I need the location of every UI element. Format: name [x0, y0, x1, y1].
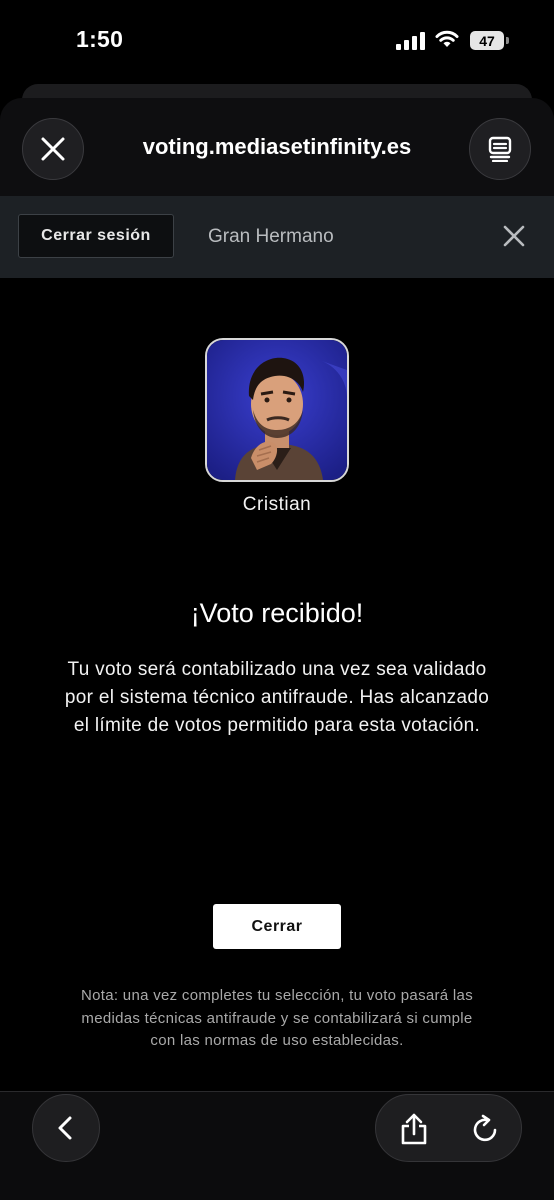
reload-button[interactable] — [464, 1107, 508, 1151]
status-bar: 1:50 47 — [0, 0, 554, 84]
candidate-name: Cristian — [242, 494, 312, 515]
site-header: Cerrar sesión Gran Hermano — [0, 196, 554, 278]
url-display[interactable]: voting.mediasetinfinity.es — [92, 134, 462, 160]
battery-level: 47 — [479, 32, 495, 49]
close-icon[interactable] — [500, 222, 528, 250]
close-icon — [41, 137, 65, 161]
share-button[interactable] — [392, 1107, 436, 1151]
disclaimer-note: Nota: una vez completes tu selección, tu… — [80, 987, 473, 1049]
tabs-icon — [488, 136, 512, 162]
back-button[interactable] — [32, 1094, 100, 1162]
confirmation-message: Tu voto será contabilizado una vez sea v… — [64, 659, 490, 736]
reload-icon — [473, 1114, 497, 1142]
browser-toolbar — [0, 1091, 554, 1200]
tabs-button[interactable] — [469, 118, 531, 180]
battery-icon: 47 — [470, 31, 504, 50]
status-time: 1:50 — [76, 26, 124, 52]
chevron-left-icon — [58, 1116, 72, 1140]
close-button[interactable]: Cerrar — [213, 904, 341, 949]
logout-button[interactable]: Cerrar sesión — [18, 214, 174, 258]
close-browser-button[interactable] — [22, 118, 84, 180]
candidate-photo — [205, 338, 349, 482]
battery-tip — [506, 37, 509, 44]
signal-icon — [396, 32, 425, 50]
browser-header: voting.mediasetinfinity.es — [0, 98, 554, 196]
actions-group — [375, 1094, 522, 1162]
wifi-icon — [435, 30, 459, 47]
confirmation-title: ¡Voto recibido! — [190, 598, 364, 628]
site-title: Gran Hermano — [208, 226, 334, 247]
share-icon — [401, 1113, 427, 1145]
